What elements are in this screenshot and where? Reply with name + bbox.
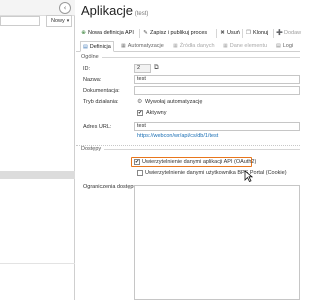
active-label: Aktywny xyxy=(146,110,167,116)
oauth2-checkbox[interactable]: ✔ xyxy=(134,159,140,165)
delete-icon: ✖ xyxy=(220,30,225,36)
restrictions-label: Ograniczenia dostępu: xyxy=(83,184,139,190)
section-title-general: Ogólne xyxy=(81,54,99,60)
id-field: 2 xyxy=(134,64,151,73)
definition-icon: ▤ xyxy=(83,44,88,50)
divider xyxy=(76,145,300,146)
search-input[interactable] xyxy=(0,16,40,26)
address-field[interactable]: test xyxy=(134,122,300,131)
tree-row-selected[interactable] xyxy=(0,171,75,179)
save-publish-label: Zapisz i publikuj proces xyxy=(150,30,208,36)
cookie-label: Uwierzytelnienie danymi użytkownika BPS … xyxy=(145,170,287,176)
restrictions-textarea[interactable] xyxy=(134,185,300,300)
section-rule xyxy=(102,57,300,58)
documentation-label: Dokumentacja: xyxy=(83,88,120,94)
clone-button[interactable]: ❐ Klonuj xyxy=(245,28,268,39)
tab-data-sources[interactable]: ▦ Źródła danych xyxy=(171,41,217,52)
add-icon: ➕ xyxy=(276,30,283,36)
save-publish-button[interactable]: ✎ Zapisz i publikuj proces xyxy=(142,28,207,39)
documentation-field[interactable] xyxy=(134,86,300,95)
oauth2-label: Uwierzytelnienie danymi aplikacji API (O… xyxy=(142,159,257,165)
divider xyxy=(0,263,75,264)
new-api-definition-label: Nowa definicja API xyxy=(88,30,134,36)
address-label: Adres URL: xyxy=(83,124,112,130)
gear-icon: ⚙ xyxy=(137,98,143,105)
toolbar-separator xyxy=(216,29,217,38)
tab-bar: ▤ Definicja ▦ Automatyzacje ▦ Źródła danych… xyxy=(76,40,300,52)
section-rule xyxy=(104,149,300,150)
tab-element-data[interactable]: ▦ Dane elementu xyxy=(221,41,269,52)
address-link[interactable]: https://webcon/wr/api/cs/db/1/test xyxy=(137,133,218,139)
back-icon[interactable]: ‹ xyxy=(59,2,71,14)
id-label: ID: xyxy=(83,66,91,72)
name-label: Nazwa: xyxy=(83,77,102,83)
new-button[interactable]: Nowy ▾ xyxy=(46,15,72,27)
delete-label: Usuń xyxy=(227,30,240,36)
tab-automations-label: Automatyzacje xyxy=(127,43,164,49)
name-field[interactable]: test xyxy=(134,75,300,84)
tab-logs-label: Logi xyxy=(282,43,294,49)
automation-icon: ▦ xyxy=(121,43,126,49)
copy-icon[interactable]: ⧉ xyxy=(154,63,159,72)
add-icon: ⊕ xyxy=(81,30,86,36)
toolbar-separator xyxy=(273,29,274,38)
save-icon: ✎ xyxy=(143,30,148,36)
tab-definition-label: Definicja xyxy=(89,44,111,50)
mode-value[interactable]: Wywołaj automatyzację xyxy=(145,99,202,105)
left-panel: ‹ Nowy ▾ xyxy=(0,0,75,300)
logs-icon: ▤ xyxy=(276,43,281,49)
delete-button[interactable]: ✖ Usuń xyxy=(219,28,240,39)
tab-logs[interactable]: ▤ Logi xyxy=(274,41,295,52)
tab-data-sources-label: Źródła danych xyxy=(179,43,215,49)
mode-label: Tryb działania: xyxy=(83,99,119,105)
page-header: Aplikacje (test) xyxy=(81,3,148,18)
toolbar-separator xyxy=(242,29,243,38)
cursor-icon xyxy=(244,170,253,182)
active-checkbox[interactable]: ✔ xyxy=(137,110,143,116)
add-button[interactable]: ➕Dodaw xyxy=(276,28,301,39)
element-data-icon: ▦ xyxy=(223,43,228,49)
tab-automations[interactable]: ▦ Automatyzacje xyxy=(119,41,166,52)
add-label: Dodaw xyxy=(284,30,302,36)
page-title: Aplikacje xyxy=(81,3,134,18)
tab-definition[interactable]: ▤ Definicja xyxy=(80,41,114,52)
toolbar: ⊕ Nowa definicja API ✎ Zapisz i publikuj p… xyxy=(76,28,301,39)
tab-element-data-label: Dane elementu xyxy=(229,43,268,49)
toolbar-separator xyxy=(139,29,140,38)
chevron-down-icon: ▾ xyxy=(66,18,70,24)
section-title-access: Dostępy xyxy=(81,146,102,152)
page-subtitle: (test) xyxy=(134,11,149,17)
clone-icon: ❐ xyxy=(246,30,251,36)
clone-label: Klonuj xyxy=(253,30,269,36)
new-api-definition-button[interactable]: ⊕ Nowa definicja API xyxy=(80,28,134,39)
data-source-icon: ▦ xyxy=(173,43,178,49)
cookie-checkbox[interactable] xyxy=(137,170,143,176)
new-button-label: Nowy xyxy=(51,18,65,24)
